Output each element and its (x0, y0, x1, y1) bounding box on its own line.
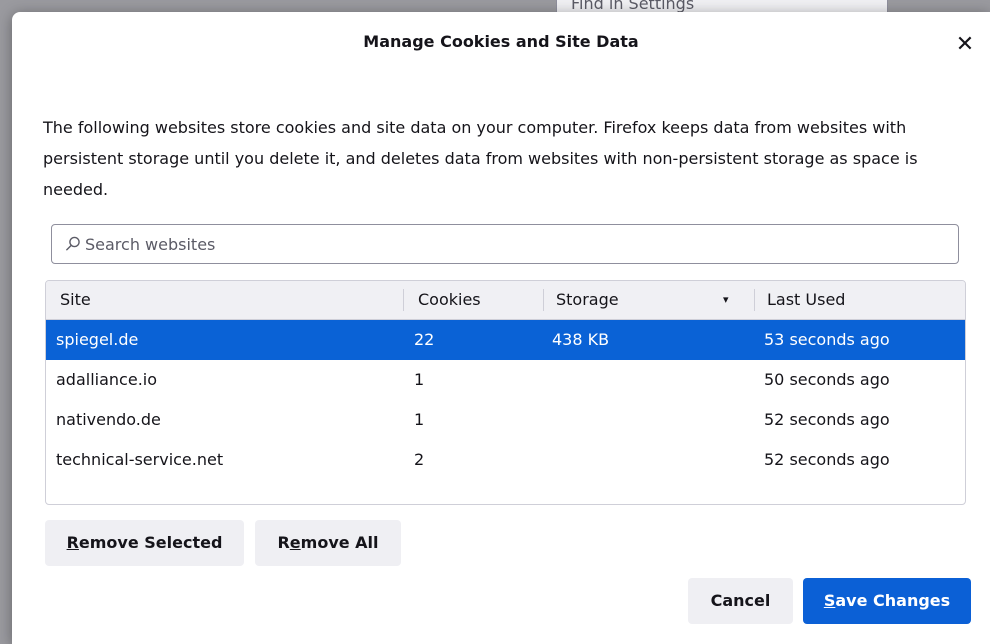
close-icon[interactable]: ✕ (954, 34, 976, 56)
column-header-last-used[interactable]: Last Used (767, 281, 845, 319)
cookies-cell: 1 (414, 370, 425, 389)
dialog-titlebar: Manage Cookies and Site Data ✕ (12, 12, 990, 80)
column-separator[interactable] (543, 289, 544, 311)
remove-selected-accesskey: R (66, 533, 79, 552)
manage-cookies-dialog: Manage Cookies and Site Data ✕ The follo… (12, 12, 990, 644)
column-header-site[interactable]: Site (60, 281, 91, 319)
save-changes-button[interactable]: Save Changes (803, 578, 971, 624)
remove-selected-button[interactable]: Remove Selected (45, 520, 244, 566)
table-row[interactable]: technical-service.net 2 52 seconds ago (46, 440, 965, 480)
dialog-description: The following websites store cookies and… (43, 118, 918, 199)
search-websites-field[interactable] (51, 224, 959, 264)
save-changes-label: ave Changes (835, 591, 951, 610)
save-changes-accesskey: S (823, 591, 836, 610)
sites-table: Site Cookies Storage ▾ Last Used spiegel… (45, 280, 966, 505)
site-cell: spiegel.de (56, 330, 139, 349)
storage-cell: 438 KB (552, 330, 610, 349)
remove-selected-label: emove Selected (78, 533, 223, 552)
table-row[interactable]: nativendo.de 1 52 seconds ago (46, 400, 965, 440)
remove-all-accesskey: e (289, 533, 301, 552)
table-row[interactable]: adalliance.io 1 50 seconds ago (46, 360, 965, 400)
remove-all-label-start: R (277, 533, 290, 552)
cookies-cell: 2 (414, 450, 425, 469)
last-used-cell: 52 seconds ago (764, 410, 890, 429)
site-cell: technical-service.net (56, 450, 224, 469)
column-header-storage[interactable]: Storage (556, 281, 619, 319)
table-row[interactable]: spiegel.de 22 438 KB 53 seconds ago (46, 320, 965, 360)
last-used-cell: 52 seconds ago (764, 450, 890, 469)
site-cell: adalliance.io (56, 370, 158, 389)
search-icon (66, 236, 80, 251)
column-header-cookies[interactable]: Cookies (418, 281, 481, 319)
column-separator[interactable] (403, 289, 404, 311)
sort-descending-icon: ▾ (723, 293, 729, 306)
table-header: Site Cookies Storage ▾ Last Used (46, 281, 965, 320)
remove-all-button[interactable]: Remove All (255, 520, 401, 566)
cookies-cell: 22 (414, 330, 435, 349)
last-used-cell: 50 seconds ago (764, 370, 890, 389)
dialog-title: Manage Cookies and Site Data (363, 32, 639, 51)
column-separator[interactable] (754, 289, 755, 311)
search-websites-input[interactable] (85, 225, 945, 263)
cookies-cell: 1 (414, 410, 425, 429)
site-cell: nativendo.de (56, 410, 161, 429)
cancel-button[interactable]: Cancel (688, 578, 793, 624)
remove-all-label-end: move All (300, 533, 379, 552)
last-used-cell: 53 seconds ago (764, 330, 890, 349)
